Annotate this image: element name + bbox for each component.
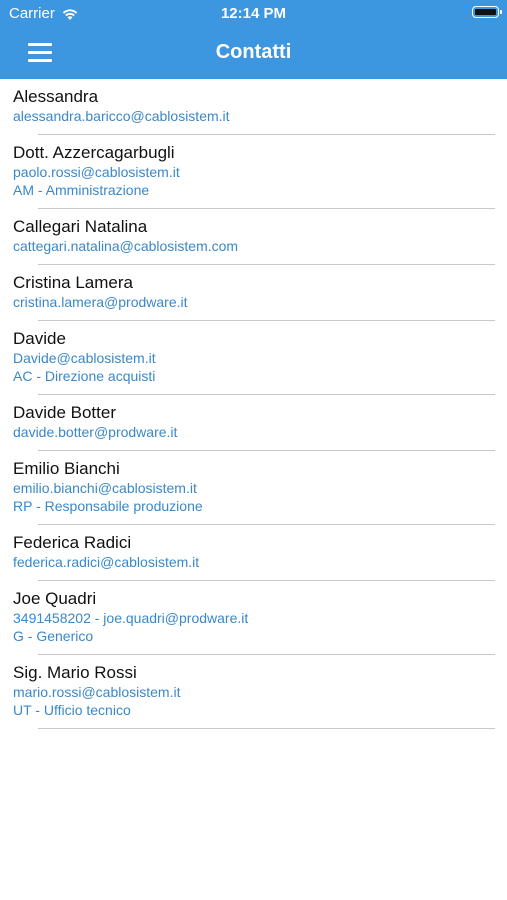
contact-email: federica.radici@cablosistem.it [13, 554, 200, 570]
contact-email: mario.rossi@cablosistem.it [13, 684, 181, 700]
clock: 12:14 PM [220, 5, 287, 22]
contact-department: RP - Responsabile produzione [13, 498, 203, 514]
page-title: Contatti [215, 41, 292, 63]
contact-email: emilio.bianchi@cablosistem.it [13, 480, 197, 496]
nav-bar: Contatti [0, 30, 507, 79]
contact-department: AC - Direzione acquisti [13, 368, 156, 384]
contact-row[interactable]: Federica Radici federica.radici@cablosist… [0, 525, 507, 581]
contact-name: Alessandra [13, 87, 99, 106]
contact-email: davide.botter@prodware.it [13, 424, 178, 440]
contact-email: alessandra.baricco@cablosistem.it [13, 108, 230, 124]
contact-row[interactable]: Davide Botter davide.botter@prodware.it [0, 395, 507, 451]
contact-email: cristina.lamera@prodware.it [13, 294, 188, 310]
contact-email: cattegari.natalina@cablosistem.com [13, 238, 239, 254]
contact-row[interactable]: Alessandra alessandra.baricco@cablosistem… [0, 79, 507, 135]
contact-email: 3491458202 - joe.quadri@prodware.it [13, 610, 249, 626]
contact-name: Davide Botter [13, 403, 116, 422]
contact-name: Cristina Lamera [13, 273, 133, 292]
contact-row[interactable]: Callegari Natalina cattegari.natalina@cab… [0, 209, 507, 265]
contact-department: AM - Amministrazione [13, 182, 150, 198]
contact-department: G - Generico [13, 628, 94, 644]
contact-row[interactable]: Cristina Lamera cristina.lamera@prodware.… [0, 265, 507, 321]
contact-name: Emilio Bianchi [13, 459, 120, 478]
contact-list: Alessandra alessandra.baricco@cablosistem… [0, 79, 507, 729]
status-bar: Carrier 12:14 PM [0, 0, 507, 30]
contact-email: Davide@cablosistem.it [13, 350, 156, 366]
contact-row[interactable]: Dott. Azzercagarbugli paolo.rossi@cablosi… [0, 135, 507, 209]
contact-department: UT - Ufficio tecnico [13, 702, 131, 718]
contact-row[interactable]: Davide Davide@cablosistem.it AC - Direzion… [0, 321, 507, 395]
contact-name: Sig. Mario Rossi [13, 663, 137, 682]
header: Carrier 12:14 PM Contatti [0, 0, 507, 79]
contact-name: Federica Radici [13, 533, 132, 552]
contact-name: Davide [13, 329, 66, 348]
contact-name: Dott. Azzercagarbugli [13, 143, 175, 162]
contact-row[interactable]: Joe Quadri 3491458202 - joe.quadri@prodwa… [0, 581, 507, 655]
contact-row[interactable]: Sig. Mario Rossi mario.rossi@cablosistem.… [0, 655, 507, 729]
battery-icon [472, 6, 502, 18]
contact-row[interactable]: Emilio Bianchi emilio.bianchi@cablosistem… [0, 451, 507, 525]
contact-name: Joe Quadri [13, 589, 97, 608]
contact-name: Callegari Natalina [13, 217, 148, 236]
contact-email: paolo.rossi@cablosistem.it [13, 164, 180, 180]
